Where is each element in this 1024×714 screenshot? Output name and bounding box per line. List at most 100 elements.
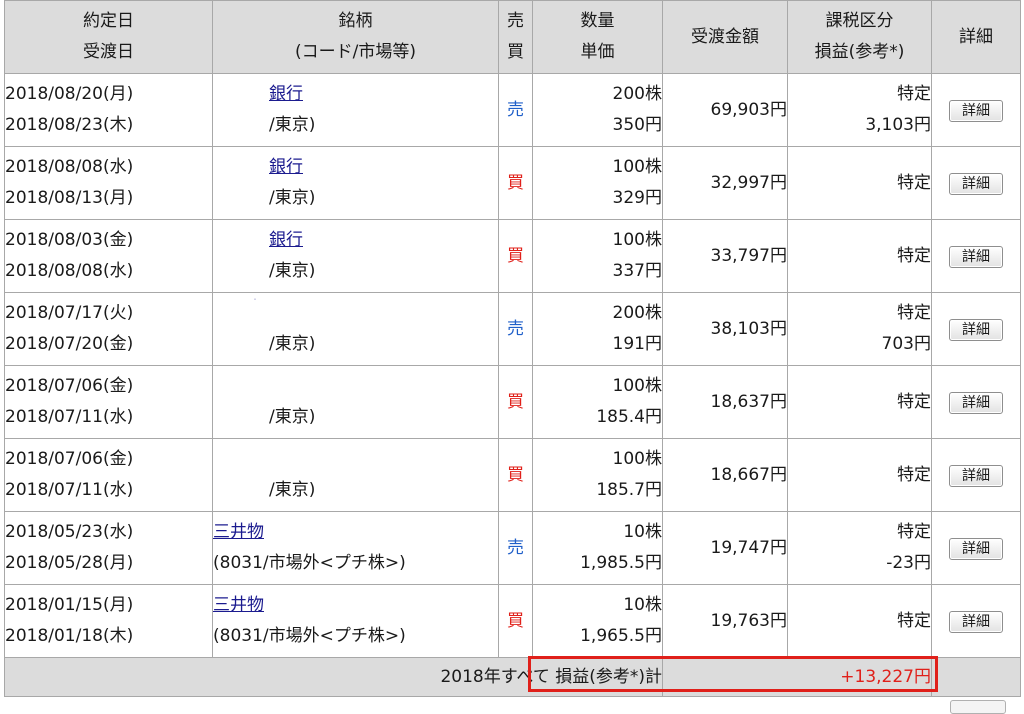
amount-cell: 19,763円 [662,584,788,658]
quantity: 10株 [623,522,662,542]
table-row: 2018/08/08(水) 2018/08/13(月) 銀行 /東京) 買 10… [4,146,1021,220]
stock-name-link[interactable]: ˙ [213,298,498,329]
side-cell: 買 [498,365,533,439]
quantity-cell: 200株 191円 [532,292,663,366]
unit-price: 1,985.5円 [580,553,662,573]
stock-cell: ˙ /東京) [212,292,499,366]
settlement-amount: 18,667円 [710,464,787,485]
detail-cell: 詳細 [931,511,1021,585]
settlement-amount: 19,763円 [710,610,787,631]
stock-cell: /東京) [212,365,499,439]
detail-button[interactable]: 詳細 [949,318,1003,341]
settle-date: 2018/07/11(水) [5,407,134,427]
stock-name-link[interactable]: 三井物 [213,517,498,548]
table-row: 2018/07/06(金) 2018/07/11(水) /東京) 買 100株 … [4,365,1021,439]
amount-cell: 69,903円 [662,73,788,147]
date-cell: 2018/01/15(月) 2018/01/18(木) [4,584,213,658]
unit-price: 185.4円 [596,407,662,427]
table-row: 2018/08/03(金) 2018/08/08(水) 銀行 /東京) 買 10… [4,219,1021,293]
trade-date: 2018/01/15(月) [5,595,134,615]
trade-side: 買 [507,172,524,193]
quantity: 100株 [612,230,662,250]
detail-button[interactable]: 詳細 [949,391,1003,414]
settle-date: 2018/05/28(月) [5,553,134,573]
detail-button[interactable]: 詳細 [949,99,1003,122]
tax-category: 特定 [897,610,931,631]
quantity: 100株 [612,157,662,177]
tax-cell: 特定 -23円 [787,511,932,585]
detail-button[interactable]: 詳細 [949,610,1003,633]
quantity: 200株 [612,84,662,104]
settlement-amount: 18,637円 [710,391,787,412]
amount-cell: 18,667円 [662,438,788,512]
market-code: (8031/市場外<プチ株>) [213,553,406,573]
tax-cell: 特定 [787,146,932,220]
trade-date: 2018/08/03(金) [5,230,134,250]
amount-cell: 32,997円 [662,146,788,220]
header-quantity: 数量 単価 [532,0,663,74]
tax-cell: 特定 [787,584,932,658]
side-cell: 買 [498,146,533,220]
quantity: 10株 [623,595,662,615]
detail-cell: 詳細 [931,365,1021,439]
detail-button[interactable]: 詳細 [949,464,1003,487]
tax-category: 特定 [897,172,931,193]
detail-button[interactable]: 詳細 [949,245,1003,268]
tax-category: 特定 [897,245,931,266]
settle-date: 2018/01/18(木) [5,626,134,646]
amount-cell: 18,637円 [662,365,788,439]
trade-side: 売 [507,99,524,120]
side-cell: 売 [498,73,533,147]
trade-side: 買 [507,464,524,485]
tax-category: 特定 [897,522,931,542]
quantity-cell: 10株 1,965.5円 [532,584,663,658]
trade-side: 買 [507,610,524,631]
market-code: /東京) [269,188,316,208]
quantity: 100株 [612,449,662,469]
quantity-cell: 100株 329円 [532,146,663,220]
settle-date: 2018/08/23(木) [5,115,134,135]
total-label: 2018年すべて 損益(参考*)計 [4,657,663,697]
table-row: 2018/01/15(月) 2018/01/18(木) 三井物 (8031/市場… [4,584,1021,658]
total-row: 2018年すべて 損益(参考*)計 +13,227円 [4,657,1021,697]
trade-date: 2018/08/20(月) [5,84,134,104]
stock-cell: /東京) [212,438,499,512]
settlement-amount: 69,903円 [710,99,787,120]
market-code: /東京) [269,334,316,354]
side-cell: 買 [498,438,533,512]
settlement-amount: 33,797円 [710,245,787,266]
market-code: /東京) [269,480,316,500]
market-code: /東京) [269,115,316,135]
table-row: 2018/08/20(月) 2018/08/23(木) 銀行 /東京) 売 20… [4,73,1021,147]
market-code: /東京) [269,407,316,427]
stock-name-link[interactable]: 銀行 [213,225,498,256]
quantity-cell: 100株 185.7円 [532,438,663,512]
quantity-cell: 100株 185.4円 [532,365,663,439]
stock-name-link[interactable]: 銀行 [213,79,498,110]
detail-button[interactable]: 詳細 [949,537,1003,560]
detail-button[interactable]: 詳細 [949,172,1003,195]
profit-loss: 3,103円 [865,115,931,135]
date-cell: 2018/07/06(金) 2018/07/11(水) [4,365,213,439]
quantity-cell: 200株 350円 [532,73,663,147]
settle-date: 2018/08/08(水) [5,261,134,281]
unit-price: 191円 [612,334,662,354]
date-cell: 2018/07/17(火) 2018/07/20(金) [4,292,213,366]
unit-price: 185.7円 [596,480,662,500]
stock-cell: 三井物 (8031/市場外<プチ株>) [212,511,499,585]
trade-date: 2018/07/17(火) [5,303,134,323]
tax-category: 特定 [897,391,931,412]
stock-name-link[interactable]: 三井物 [213,590,498,621]
tax-cell: 特定 703円 [787,292,932,366]
trade-side: 買 [507,245,524,266]
trade-side: 買 [507,391,524,412]
profit-loss: 703円 [881,334,931,354]
trade-date: 2018/05/23(水) [5,522,134,542]
stock-name-link[interactable]: 銀行 [213,152,498,183]
detail-cell: 詳細 [931,146,1021,220]
settlement-amount: 32,997円 [710,172,787,193]
date-cell: 2018/05/23(水) 2018/05/28(月) [4,511,213,585]
trade-date: 2018/07/06(金) [5,376,134,396]
trade-date: 2018/08/08(水) [5,157,134,177]
page-button-partial[interactable] [950,700,1006,714]
